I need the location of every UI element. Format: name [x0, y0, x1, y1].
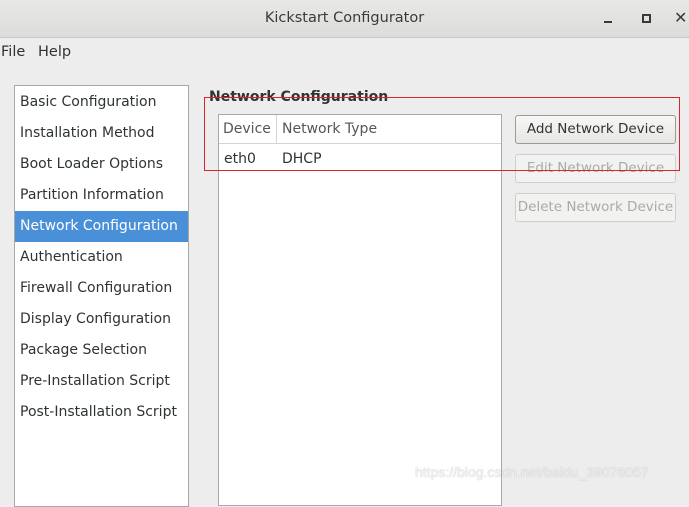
sidebar-item-display-configuration[interactable]: Display Configuration — [15, 304, 188, 335]
delete-network-device-button[interactable]: Delete Network Device — [515, 193, 676, 222]
sidebar-item-authentication[interactable]: Authentication — [15, 242, 188, 273]
close-icon: ✕ — [674, 8, 688, 27]
table-row[interactable]: eth0 DHCP — [219, 144, 501, 174]
category-list: Basic Configuration Installation Method … — [14, 85, 189, 507]
sidebar-item-installation-method[interactable]: Installation Method — [15, 118, 188, 149]
column-header-network-type[interactable]: Network Type — [277, 115, 501, 143]
menu-file[interactable]: File — [1, 44, 25, 60]
watermark: https://blog.csdn.net/baidu_39076057 — [415, 464, 649, 480]
menu-help[interactable]: Help — [38, 44, 71, 60]
maximize-icon — [642, 14, 651, 23]
sidebar-item-network-configuration[interactable]: Network Configuration — [15, 211, 188, 242]
sidebar-item-pre-installation-script[interactable]: Pre-Installation Script — [15, 366, 188, 397]
window-title: Kickstart Configurator — [264, 10, 425, 26]
maximize-button[interactable] — [636, 8, 656, 28]
title-bar: Kickstart Configurator ✕ — [0, 0, 689, 38]
menu-bar: File Help — [0, 38, 689, 66]
add-network-device-button[interactable]: Add Network Device — [515, 115, 676, 144]
sidebar-item-basic-configuration[interactable]: Basic Configuration — [15, 87, 188, 118]
section-title: Network Configuration — [209, 89, 389, 105]
sidebar-item-boot-loader-options[interactable]: Boot Loader Options — [15, 149, 188, 180]
sidebar-item-post-installation-script[interactable]: Post-Installation Script — [15, 397, 188, 428]
edit-network-device-button[interactable]: Edit Network Device — [515, 154, 676, 183]
column-header-device[interactable]: Device — [219, 115, 277, 143]
minimize-icon — [604, 21, 612, 23]
cell-network-type: DHCP — [282, 151, 322, 167]
cell-device: eth0 — [224, 151, 256, 167]
table-header: Device Network Type — [219, 115, 501, 144]
minimize-button[interactable] — [598, 8, 618, 28]
sidebar-item-partition-information[interactable]: Partition Information — [15, 180, 188, 211]
network-device-table[interactable]: Device Network Type eth0 DHCP — [218, 114, 502, 506]
sidebar-item-package-selection[interactable]: Package Selection — [15, 335, 188, 366]
sidebar-item-firewall-configuration[interactable]: Firewall Configuration — [15, 273, 188, 304]
close-button[interactable]: ✕ — [672, 8, 689, 28]
